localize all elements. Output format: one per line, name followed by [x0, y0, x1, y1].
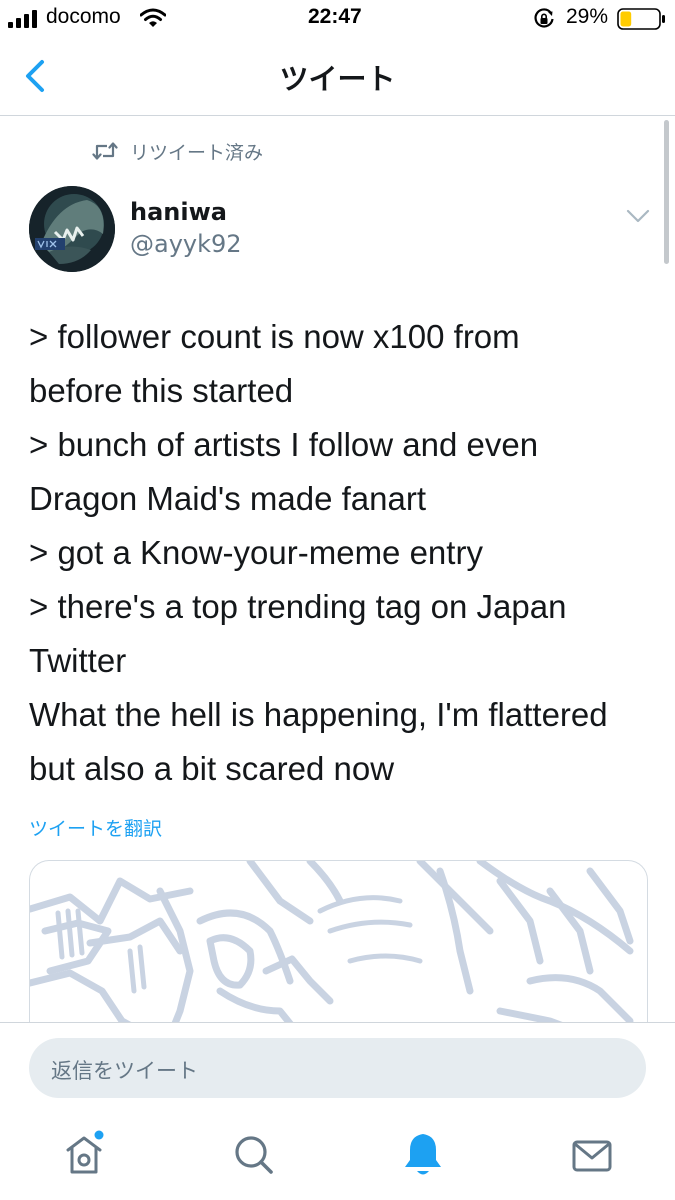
tweet-line: What the hell is happening, I'm flattere…	[29, 696, 608, 733]
search-icon	[235, 1136, 273, 1174]
status-bar: docomo 22:47 29%	[0, 0, 675, 40]
tab-notifications[interactable]	[400, 1130, 446, 1180]
mail-icon	[572, 1140, 612, 1172]
translate-tweet-link[interactable]: ツイートを翻訳	[29, 814, 162, 841]
media-sketch-image	[30, 861, 634, 1036]
notification-dot	[94, 1130, 104, 1140]
tweet-line: > there's a top trending tag on Japan	[29, 588, 567, 625]
chevron-down-icon[interactable]	[626, 208, 650, 224]
battery-percent: 29%	[566, 5, 609, 28]
tweet-line: but also a bit scared now	[29, 750, 395, 787]
tweet-line: Dragon Maid's made fanart	[29, 480, 426, 517]
scrollbar[interactable]	[664, 120, 669, 264]
author-handle[interactable]: @ayyk92	[130, 230, 242, 258]
clock: 22:47	[308, 5, 362, 28]
tweet-line: > got a Know-your-meme entry	[29, 534, 483, 571]
page-title: ツイート	[279, 62, 396, 96]
tab-home[interactable]	[60, 1130, 110, 1182]
carrier-label: docomo	[46, 5, 121, 28]
tweet-line: > bunch of artists I follow and even	[29, 426, 539, 463]
tab-messages[interactable]	[570, 1136, 614, 1176]
bell-icon	[405, 1134, 441, 1175]
avatar-image	[29, 186, 115, 272]
battery-icon	[617, 8, 665, 30]
tweet-text: > follower count is now x100 from before…	[29, 310, 649, 796]
home-icon	[66, 1130, 104, 1174]
tweet-line: Twitter	[29, 642, 127, 679]
avatar[interactable]	[29, 186, 115, 272]
author-name[interactable]: haniwa	[130, 198, 227, 226]
tweet-line: > follower count is now x100 from	[29, 318, 520, 355]
reply-placeholder: 返信をツイート	[51, 1059, 198, 1083]
wifi-icon	[140, 8, 166, 27]
tweet-media[interactable]	[29, 860, 648, 1036]
retweet-icon	[92, 142, 118, 160]
tab-search[interactable]	[231, 1132, 277, 1178]
signal-icon	[8, 10, 37, 28]
tweet-line: before this started	[29, 372, 294, 409]
rotation-lock-icon	[534, 8, 554, 28]
nav-divider	[0, 115, 675, 116]
reply-divider	[0, 1022, 675, 1023]
retweeted-label: リツイート済み	[130, 142, 264, 164]
